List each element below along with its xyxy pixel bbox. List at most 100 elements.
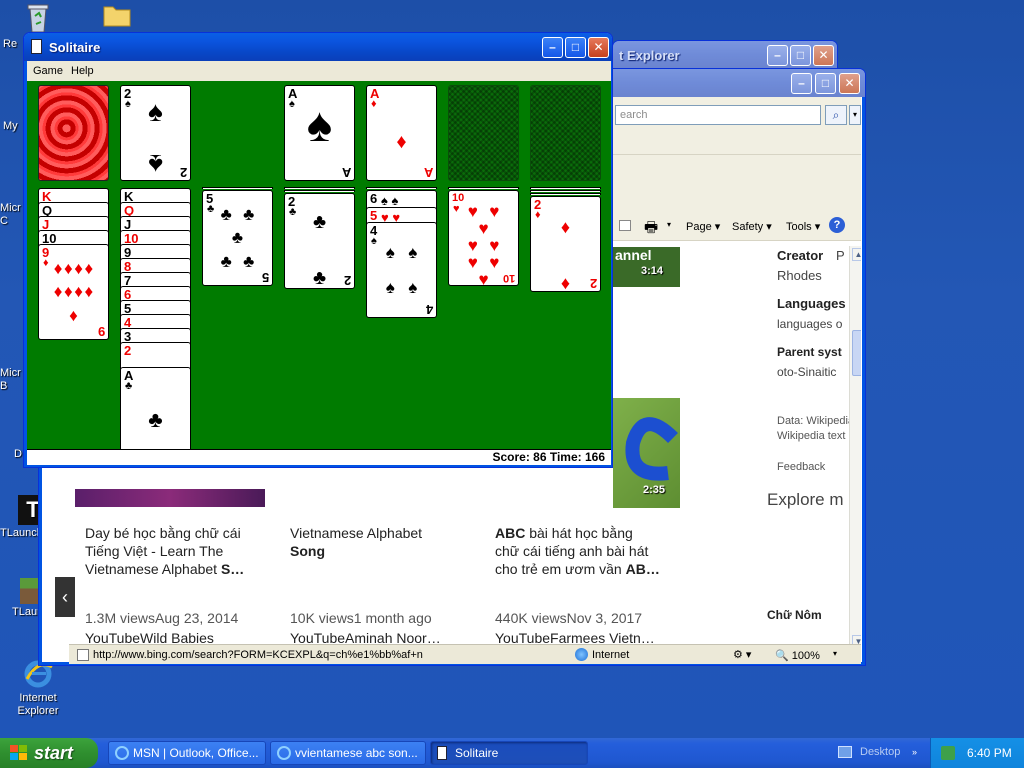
stock-pile[interactable] xyxy=(38,85,109,181)
solitaire-titlebar[interactable]: Solitaire – □ ✕ xyxy=(24,33,612,61)
desktop-toolbar-icon[interactable] xyxy=(838,746,852,758)
card-pips: ♣ ♣ ♣ ♣ ♣ xyxy=(220,205,255,271)
close-button[interactable]: ✕ xyxy=(588,37,609,58)
taskbar-button-label: vvientamese abc son... xyxy=(295,746,418,760)
card-suit: ♦ xyxy=(371,98,377,110)
tableau-card[interactable]: 4 ♠ ♠ ♠ ♠ ♠ 4 xyxy=(366,222,437,318)
page-menu[interactable]: Page ▾ xyxy=(686,220,720,233)
taskbar-button-label: Solitaire xyxy=(455,746,499,760)
vertical-scrollbar[interactable]: ▲ ▼ xyxy=(849,246,861,652)
video-duration: 3:14 xyxy=(641,265,664,277)
foundation-3[interactable] xyxy=(448,85,519,181)
result-title[interactable]: Day bé học bằng chữ cái Tiếng Việt - Lea… xyxy=(85,524,265,578)
internet-explorer-icon xyxy=(115,746,129,760)
close-button[interactable]: ✕ xyxy=(813,45,834,66)
menu-help[interactable]: Help xyxy=(71,65,94,77)
search-input[interactable]: earch xyxy=(615,105,821,125)
video-thumbnail[interactable]: 2:35 xyxy=(613,398,680,508)
desktop: Re My Micr C Micr B D T TLaunch TLaun In… xyxy=(0,0,1024,738)
feeds-icon[interactable] xyxy=(619,220,631,231)
result-title-line: Tiếng Việt - Learn The xyxy=(85,543,224,559)
card-edge xyxy=(284,190,355,192)
card-suit: ♣ xyxy=(207,203,215,215)
card-pips: ♦ ♦ ♦ ♦ ♦ ♦ ♦ ♦ ♦ xyxy=(53,259,94,325)
safety-menu[interactable]: Safety ▾ xyxy=(732,220,772,233)
search-icon[interactable]: ⌕ xyxy=(825,105,847,125)
foundation-4[interactable] xyxy=(530,85,601,181)
zoom-control[interactable]: 🔍 100% xyxy=(775,649,820,662)
protected-mode-icon[interactable]: ⚙ ▾ xyxy=(733,648,751,661)
page-menu-label: Page xyxy=(686,221,712,233)
tools-menu[interactable]: Tools ▾ xyxy=(786,220,820,233)
waste-card[interactable]: 2 ♠ ♠ ♠ 2 xyxy=(120,85,191,181)
card-pips: ♥♥♥♥♥♥♥♥♥♥ xyxy=(467,202,500,286)
scroll-thumb[interactable] xyxy=(852,330,861,376)
ie-status-bar: http://www.bing.com/search?FORM=KCEXPL&q… xyxy=(69,644,861,664)
video-thumbnail-strip[interactable] xyxy=(75,489,265,507)
spade-icon: ♠ xyxy=(148,96,163,127)
desktop-icon-internet-explorer[interactable]: Internet Explorer xyxy=(3,658,73,718)
video-thumbnail[interactable]: annel 3:14 xyxy=(613,247,680,287)
tableau-card[interactable]: 5 ♣ ♣ ♣ ♣ ♣ ♣ 5 xyxy=(202,190,273,286)
attribution-text[interactable]: Data: Wikipedia xyxy=(777,415,854,427)
tableau-card[interactable]: 2 ♦ ♦ ♦ 2 xyxy=(530,196,601,292)
maximize-button[interactable]: □ xyxy=(790,45,811,66)
search-dropdown[interactable]: ▾ xyxy=(849,105,861,125)
close-button[interactable]: ✕ xyxy=(839,73,860,94)
internet-explorer-icon xyxy=(277,746,291,760)
result-meta: 440K viewsNov 3, 2017 xyxy=(495,610,643,626)
card-rank: 4 xyxy=(425,302,433,317)
taskbar-button-ie-search[interactable]: vvientamese abc son... xyxy=(270,741,426,765)
card-rank: A xyxy=(341,165,351,180)
tableau-card[interactable]: A ♣ ♣ A xyxy=(120,367,191,449)
maximize-button[interactable]: □ xyxy=(565,37,586,58)
tableau-card[interactable]: 9 ♦ ♦ ♦ ♦ ♦ ♦ ♦ ♦ ♦ ♦ 9 xyxy=(38,244,109,340)
taskbar-button-solitaire[interactable]: Solitaire xyxy=(430,741,588,765)
desktop-toolbar-label[interactable]: Desktop xyxy=(860,746,900,758)
carousel-prev-button[interactable]: ‹ xyxy=(55,577,75,617)
desktop-icon-folder[interactable] xyxy=(82,2,152,36)
toolbar-expand-icon[interactable]: » xyxy=(912,747,917,757)
solitaire-window[interactable]: Solitaire – □ ✕ Game Help 2 ♠ ♠ ♠ 2 A ♠ xyxy=(23,32,613,468)
desktop-icon-micr-b[interactable]: Micr B xyxy=(0,367,24,393)
desktop-icon-micr-c[interactable]: Micr C xyxy=(0,202,24,228)
minimize-button[interactable]: – xyxy=(791,73,812,94)
tableau-card[interactable]: 2 ♣ ♣ ♣ 2 xyxy=(284,193,355,289)
help-icon[interactable]: ? xyxy=(829,217,845,233)
attribution-text[interactable]: Wikipedia text xyxy=(777,430,845,442)
card-rank: 2 xyxy=(589,276,597,291)
maximize-button[interactable]: □ xyxy=(815,73,836,94)
card-rank: 9 xyxy=(97,324,105,339)
card-rank: 2 xyxy=(343,273,351,288)
chevron-down-icon[interactable]: ▾ xyxy=(833,649,837,658)
scroll-up-button[interactable]: ▲ xyxy=(852,248,861,261)
print-icon[interactable]: 🖶 xyxy=(644,217,658,242)
related-topic[interactable]: Chữ Nôm xyxy=(767,608,822,622)
infobox-value: languages o xyxy=(777,317,843,331)
card-edge xyxy=(448,187,519,189)
feedback-link[interactable]: Feedback xyxy=(777,461,825,473)
chevron-down-icon[interactable]: ▾ xyxy=(667,220,671,229)
result-title-bold: ABC xyxy=(495,525,526,541)
taskbar-button-msn[interactable]: MSN | Outlook, Office... xyxy=(108,741,266,765)
tableau-card[interactable]: 10 ♥ ♥♥♥♥♥♥♥♥♥♥ 10 xyxy=(448,190,519,286)
result-title[interactable]: ABC bài hát học bằng chữ cái tiếng anh b… xyxy=(495,524,675,578)
network-icon[interactable] xyxy=(941,746,955,760)
result-title-bold: Song xyxy=(290,543,325,559)
foundation-2[interactable]: A ♦ ♦ A xyxy=(366,85,437,181)
video-duration: 2:35 xyxy=(643,484,666,496)
clock[interactable]: 6:40 PM xyxy=(967,738,1012,768)
result-title-line: bài hát học bằng xyxy=(525,525,633,541)
safety-menu-label: Safety xyxy=(732,221,764,233)
card-edge xyxy=(530,190,601,192)
infobox-value: P xyxy=(836,248,845,263)
card-suit: ♦ xyxy=(43,257,49,269)
explore-heading: Explore m xyxy=(767,490,844,509)
ie-back-titlebar[interactable]: t Explorer – □ ✕ xyxy=(613,41,837,69)
menu-game[interactable]: Game xyxy=(33,65,63,77)
foundation-1[interactable]: A ♠ ♠ A xyxy=(284,85,355,181)
minimize-button[interactable]: – xyxy=(542,37,563,58)
minimize-button[interactable]: – xyxy=(767,45,788,66)
result-title[interactable]: Vietnamese Alphabet Song xyxy=(290,524,470,560)
start-button[interactable]: start xyxy=(0,738,98,768)
